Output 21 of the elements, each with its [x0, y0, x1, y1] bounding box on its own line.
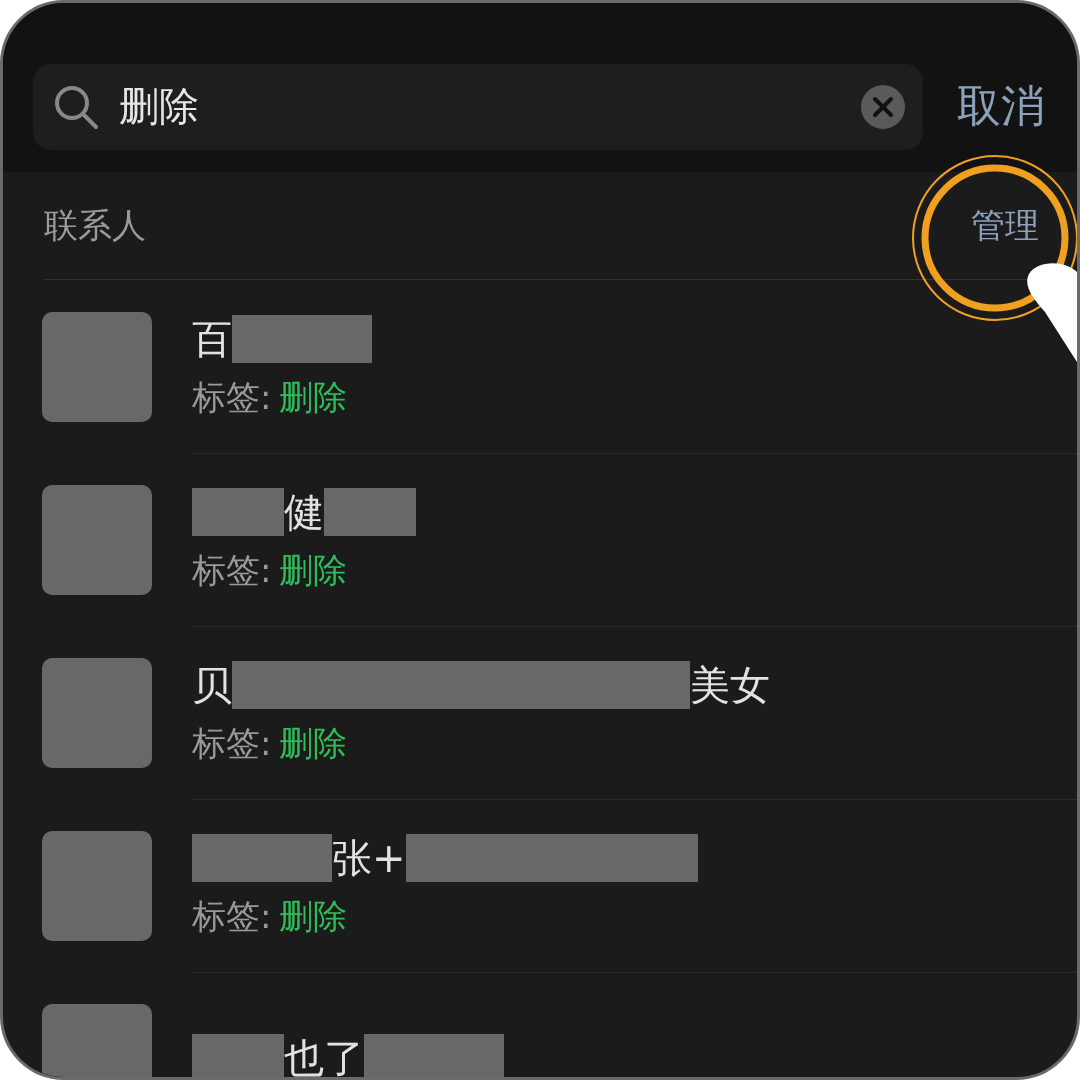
tag-value: 删除 — [279, 377, 348, 417]
search-text: 删除 — [119, 82, 200, 131]
section-title: 联系人 — [44, 203, 146, 247]
tag-value: 删除 — [279, 723, 348, 763]
tag-label: 标签: — [192, 377, 272, 417]
contact-name: 美女 — [690, 660, 770, 710]
tag-label: 标签: — [192, 896, 272, 936]
search-field[interactable]: 删除 — [33, 63, 923, 150]
tag-value: 删除 — [279, 896, 348, 936]
search-icon — [53, 83, 99, 130]
clear-icon[interactable] — [861, 84, 905, 129]
cancel-button[interactable]: 取消 — [957, 77, 1045, 136]
contact-name: 贝 — [192, 660, 232, 710]
contact-name: 也了 — [284, 1033, 364, 1077]
contact-name: 健 — [284, 487, 324, 537]
tag-label: 标签: — [192, 550, 272, 590]
tag-label: 标签: — [192, 723, 272, 763]
contact-name: 张+ — [332, 833, 406, 883]
manage-button[interactable]: 管理 — [971, 202, 1039, 249]
tag-value: 删除 — [279, 550, 348, 590]
contact-name: 百 — [192, 314, 232, 364]
